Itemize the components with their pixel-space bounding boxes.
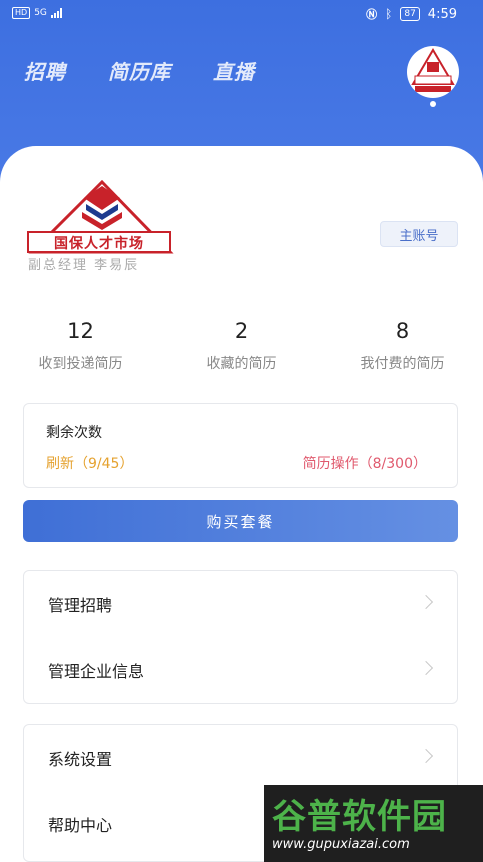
menu-item-manage-recruitment[interactable]: 管理招聘 bbox=[24, 571, 457, 637]
stat-paid-resumes[interactable]: 8 我付费的简历 bbox=[322, 318, 483, 373]
hd-badge: HD bbox=[12, 7, 31, 19]
tab-recruit[interactable]: 招聘 bbox=[24, 56, 66, 85]
avatar-indicator-dot bbox=[430, 101, 436, 107]
menu-item-manage-company-info[interactable]: 管理企业信息 bbox=[24, 637, 457, 703]
avatar[interactable] bbox=[407, 46, 459, 98]
nfc-icon: Ⓝ bbox=[366, 8, 378, 21]
tab-resume-library[interactable]: 简历库 bbox=[108, 56, 171, 85]
chevron-right-icon bbox=[418, 594, 434, 610]
stats-row: 12 收到投递简历 2 收藏的简历 8 我付费的简历 bbox=[0, 318, 483, 373]
avatar-logo-icon bbox=[411, 48, 455, 92]
watermark: 谷普软件园 www.gupuxiazai.com bbox=[264, 785, 483, 862]
stat-favorited-resumes[interactable]: 2 收藏的简历 bbox=[161, 318, 322, 373]
signal-icon bbox=[50, 8, 62, 18]
menu-item-system-settings[interactable]: 系统设置 bbox=[24, 725, 457, 791]
clock: 4:59 bbox=[427, 6, 457, 22]
status-right: Ⓝ ᛒ 87 4:59 bbox=[366, 6, 457, 22]
top-tabs: 招聘 简历库 直播 bbox=[24, 56, 255, 85]
refresh-quota: 刷新（9/45） bbox=[46, 456, 134, 472]
stat-label: 收到投递简历 bbox=[38, 356, 123, 372]
status-left: HD 5G bbox=[12, 7, 62, 19]
remaining-quota-card: 剩余次数 刷新（9/45） 简历操作（8/300） bbox=[23, 403, 458, 488]
remaining-title: 剩余次数 bbox=[46, 425, 102, 441]
watermark-brand: 谷普软件园 bbox=[272, 789, 447, 838]
company-logo: 国保人才市场 bbox=[24, 180, 174, 262]
menu-group-management: 管理招聘 管理企业信息 bbox=[23, 570, 458, 704]
tab-live[interactable]: 直播 bbox=[213, 56, 255, 85]
chevron-right-icon bbox=[418, 748, 434, 764]
menu-item-label: 管理招聘 bbox=[48, 596, 113, 615]
company-contact-name: 副总经理 李易辰 bbox=[28, 258, 140, 273]
watermark-brand-text: 谷普软件园 bbox=[272, 797, 447, 837]
menu-item-label: 系统设置 bbox=[48, 750, 113, 769]
stat-value: 2 bbox=[234, 319, 249, 343]
menu-item-label: 帮助中心 bbox=[48, 816, 113, 835]
battery-icon: 87 bbox=[400, 7, 420, 21]
stat-label: 收藏的简历 bbox=[206, 356, 277, 372]
stat-value: 12 bbox=[67, 319, 94, 343]
stat-label: 我付费的简历 bbox=[360, 356, 445, 372]
bluetooth-icon: ᛒ bbox=[385, 7, 393, 21]
company-logo-text: 国保人才市场 bbox=[54, 236, 144, 252]
account-badge[interactable]: 主账号 bbox=[380, 221, 458, 247]
menu-item-label: 管理企业信息 bbox=[48, 662, 145, 681]
buy-package-button[interactable]: 购买套餐 bbox=[23, 500, 458, 542]
status-bar: HD 5G Ⓝ ᛒ 87 4:59 bbox=[0, 0, 483, 28]
network-type: 5G bbox=[34, 8, 47, 18]
stat-value: 8 bbox=[395, 319, 410, 343]
watermark-url: www.gupuxiazai.com bbox=[272, 837, 410, 852]
stat-received-resumes[interactable]: 12 收到投递简历 bbox=[0, 318, 161, 373]
resume-ops-quota: 简历操作（8/300） bbox=[302, 456, 427, 472]
chevron-right-icon bbox=[418, 660, 434, 676]
